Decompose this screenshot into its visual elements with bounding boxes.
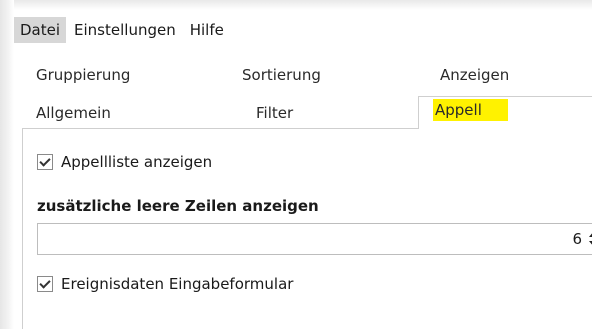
tab-filter[interactable]: Filter bbox=[256, 100, 293, 126]
tab-appell[interactable]: Appell bbox=[418, 96, 592, 129]
menu-hilfe[interactable]: Hilfe bbox=[184, 17, 230, 43]
show-appell-list-checkbox[interactable] bbox=[37, 154, 53, 170]
settings-window: Datei Einstellungen Hilfe Gruppierung So… bbox=[0, 0, 592, 329]
tab-appell-label: Appell bbox=[433, 99, 508, 121]
window-edge-left bbox=[0, 0, 14, 329]
tab-allgemein[interactable]: Allgemein bbox=[36, 100, 111, 126]
checkmark-icon bbox=[39, 155, 51, 167]
spinner-buttons bbox=[588, 231, 592, 249]
tab-anzeigen[interactable]: Anzeigen bbox=[440, 62, 509, 88]
event-form-row: Ereignisdaten Eingabeformular bbox=[37, 275, 293, 293]
empty-rows-spinner[interactable] bbox=[37, 223, 592, 255]
tab-gruppierung[interactable]: Gruppierung bbox=[36, 62, 130, 88]
checkmark-icon bbox=[39, 277, 51, 289]
show-appell-list-label: Appellliste anzeigen bbox=[61, 153, 213, 171]
window-edge-top bbox=[0, 0, 592, 10]
appell-panel: Appellliste anzeigen zusätzliche leere Z… bbox=[22, 128, 592, 329]
menu-datei[interactable]: Datei bbox=[14, 17, 67, 43]
show-appell-list-row: Appellliste anzeigen bbox=[37, 153, 212, 171]
tab-sortierung[interactable]: Sortierung bbox=[242, 62, 321, 88]
menu-einstellungen[interactable]: Einstellungen bbox=[68, 17, 182, 43]
event-form-label: Ereignisdaten Eingabeformular bbox=[61, 275, 294, 293]
menu-bar: Datei Einstellungen Hilfe bbox=[14, 14, 232, 46]
tab-row-top: Gruppierung Sortierung Anzeigen bbox=[14, 62, 592, 88]
tab-row-bottom: Allgemein Filter Appell bbox=[14, 96, 592, 129]
empty-rows-input[interactable] bbox=[522, 230, 582, 248]
event-form-checkbox[interactable] bbox=[37, 276, 53, 292]
empty-rows-label: zusätzliche leere Zeilen anzeigen bbox=[37, 197, 319, 215]
